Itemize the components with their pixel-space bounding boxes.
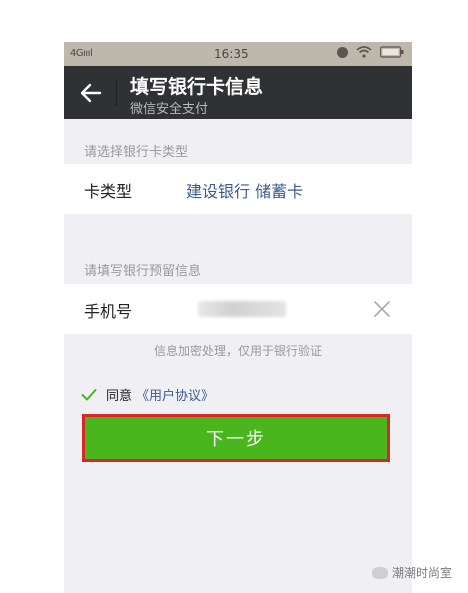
agree-label: 同意 bbox=[106, 389, 133, 404]
wechat-logo-icon bbox=[372, 566, 388, 579]
checkmark-icon bbox=[81, 388, 97, 400]
phone-number-label: 手机号 bbox=[84, 302, 133, 321]
agreement-checkbox[interactable] bbox=[80, 386, 98, 404]
header-divider bbox=[116, 80, 117, 106]
reserved-info-section-label: 请填写银行预留信息 bbox=[84, 264, 202, 279]
card-type-row[interactable]: 卡类型 建设银行 储蓄卡 bbox=[64, 164, 412, 214]
page-subtitle: 微信安全支付 bbox=[130, 102, 209, 117]
agreement-row: 同意 《用户协议》 bbox=[80, 385, 214, 404]
phone-screen: 4Gıııl 16:35 填写银行卡信息 微信安全支付 请选择银行卡类型 卡类型… bbox=[64, 42, 412, 593]
status-time: 16:35 bbox=[214, 47, 249, 61]
signal-indicator: 4Gıııl bbox=[70, 48, 93, 59]
phone-number-input[interactable] bbox=[198, 301, 286, 317]
phone-number-row: 手机号 bbox=[64, 284, 412, 334]
card-type-label: 卡类型 bbox=[84, 182, 133, 201]
user-agreement-link[interactable]: 《用户协议》 bbox=[136, 385, 214, 404]
encryption-hint: 信息加密处理，仅用于银行验证 bbox=[153, 344, 322, 358]
page-title: 填写银行卡信息 bbox=[130, 76, 264, 98]
close-icon bbox=[374, 301, 390, 317]
watermark-text: 潮潮时尚室 bbox=[392, 566, 453, 580]
app-header: 填写银行卡信息 微信安全支付 bbox=[64, 66, 412, 119]
card-type-value[interactable]: 建设银行 储蓄卡 bbox=[186, 178, 303, 202]
watermark: 潮潮时尚室 bbox=[372, 564, 452, 581]
clear-button[interactable] bbox=[372, 299, 392, 319]
status-icons bbox=[337, 46, 404, 58]
battery-icon bbox=[380, 46, 404, 58]
arrow-left-icon bbox=[80, 83, 102, 103]
next-step-button[interactable]: 下一步 bbox=[82, 414, 390, 462]
alarm-icon bbox=[337, 46, 348, 58]
wifi-icon bbox=[356, 46, 372, 58]
status-bar: 4Gıııl 16:35 bbox=[64, 42, 412, 66]
card-type-section-label: 请选择银行卡类型 bbox=[84, 145, 189, 160]
back-button[interactable] bbox=[76, 79, 106, 107]
